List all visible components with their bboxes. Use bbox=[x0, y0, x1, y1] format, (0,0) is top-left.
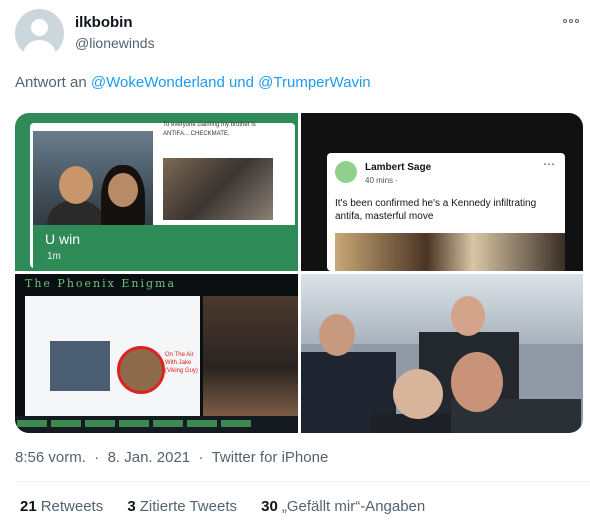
avatar-body-shape bbox=[23, 40, 56, 58]
poster-name: Lambert Sage bbox=[365, 162, 432, 173]
media-image-1[interactable]: To everyone claiming my brother is ANTIF… bbox=[15, 113, 298, 271]
circled-figure bbox=[117, 346, 165, 394]
media-image-4[interactable] bbox=[301, 274, 583, 433]
retweets-count: 21 bbox=[20, 498, 37, 515]
facebook-post-card: Lambert Sage 40 mins · ⋯ It's been confi… bbox=[327, 153, 565, 271]
person-face bbox=[319, 314, 355, 356]
post-time: 1m bbox=[47, 251, 61, 262]
ticker-item bbox=[221, 420, 251, 427]
tweet-time[interactable]: 8:56 vorm. bbox=[15, 449, 86, 466]
media-image-3[interactable]: The Phoenix Enigma On The Air With Jake … bbox=[15, 274, 298, 433]
author-handle[interactable]: @lionewinds bbox=[75, 35, 155, 51]
group-photo bbox=[163, 158, 273, 220]
author-name[interactable]: ilkbobin bbox=[75, 14, 133, 31]
ellipsis-icon: ⋯ bbox=[543, 157, 555, 171]
avatar[interactable] bbox=[15, 9, 64, 58]
poster-avatar bbox=[335, 161, 357, 183]
u-win-text: U win bbox=[45, 231, 81, 247]
likes-count: 30 bbox=[261, 498, 278, 515]
ticker-item bbox=[17, 420, 47, 427]
stream-banner: The Phoenix Enigma bbox=[25, 277, 177, 290]
quotes-stat[interactable]: 3 Zitierte Tweets bbox=[127, 498, 237, 515]
media-grid: To everyone claiming my brother is ANTIF… bbox=[15, 113, 583, 433]
image-caption: To everyone claiming my brother is ANTIF… bbox=[163, 122, 256, 137]
webcam-panel bbox=[203, 296, 298, 416]
person-face bbox=[59, 166, 93, 204]
reply-context: Antwort an @WokeWonderland und @TrumperW… bbox=[15, 74, 371, 91]
meta-separator: · bbox=[194, 449, 208, 466]
selfie-photo bbox=[33, 131, 153, 261]
on-air-label: On The Air With Jake (Viking Guy) bbox=[165, 352, 198, 374]
browser-screen: On The Air With Jake (Viking Guy) bbox=[25, 296, 200, 416]
post-text: It's been confirmed he's a Kennedy infil… bbox=[335, 198, 537, 222]
person-face bbox=[451, 352, 503, 412]
likes-stat[interactable]: 30 „Gefällt mir“-Angaben bbox=[261, 498, 425, 515]
ticker-item bbox=[153, 420, 183, 427]
tweet-source[interactable]: Twitter for iPhone bbox=[212, 449, 329, 466]
divider bbox=[15, 481, 590, 482]
tweet-stats: 21 Retweets 3 Zitierte Tweets 30 „Gefällt m… bbox=[20, 498, 445, 515]
likes-label: „Gefällt mir“-Angaben bbox=[281, 498, 426, 515]
dot bbox=[563, 19, 567, 23]
quotes-label: Zitierte Tweets bbox=[139, 498, 237, 515]
tweet-meta: 8:56 vorm. · 8. Jan. 2021 · Twitter for … bbox=[15, 449, 328, 466]
meta-separator: · bbox=[90, 449, 104, 466]
poster-time: 40 mins · bbox=[365, 176, 398, 185]
ticker-item bbox=[187, 420, 217, 427]
retweets-label: Retweets bbox=[40, 498, 104, 515]
person-face bbox=[108, 173, 138, 207]
media-image-2[interactable]: Lambert Sage 40 mins · ⋯ It's been confi… bbox=[301, 113, 583, 271]
tv-frame bbox=[50, 341, 110, 391]
retweets-stat[interactable]: 21 Retweets bbox=[20, 498, 103, 515]
ticker-strip bbox=[15, 416, 298, 433]
person-face bbox=[393, 369, 443, 419]
reply-prefix: Antwort an bbox=[15, 74, 87, 91]
person-face bbox=[451, 296, 485, 336]
reply-mentions-link[interactable]: @WokeWonderland und @TrumperWavin bbox=[91, 74, 371, 91]
more-options-icon[interactable] bbox=[560, 12, 582, 30]
dot bbox=[569, 19, 573, 23]
post-images bbox=[335, 233, 565, 271]
ticker-item bbox=[119, 420, 149, 427]
quotes-count: 3 bbox=[127, 498, 136, 515]
dot bbox=[575, 19, 579, 23]
ticker-item bbox=[85, 420, 115, 427]
tweet-date[interactable]: 8. Jan. 2021 bbox=[108, 449, 191, 466]
avatar-head-shape bbox=[31, 19, 48, 36]
ticker-item bbox=[51, 420, 81, 427]
